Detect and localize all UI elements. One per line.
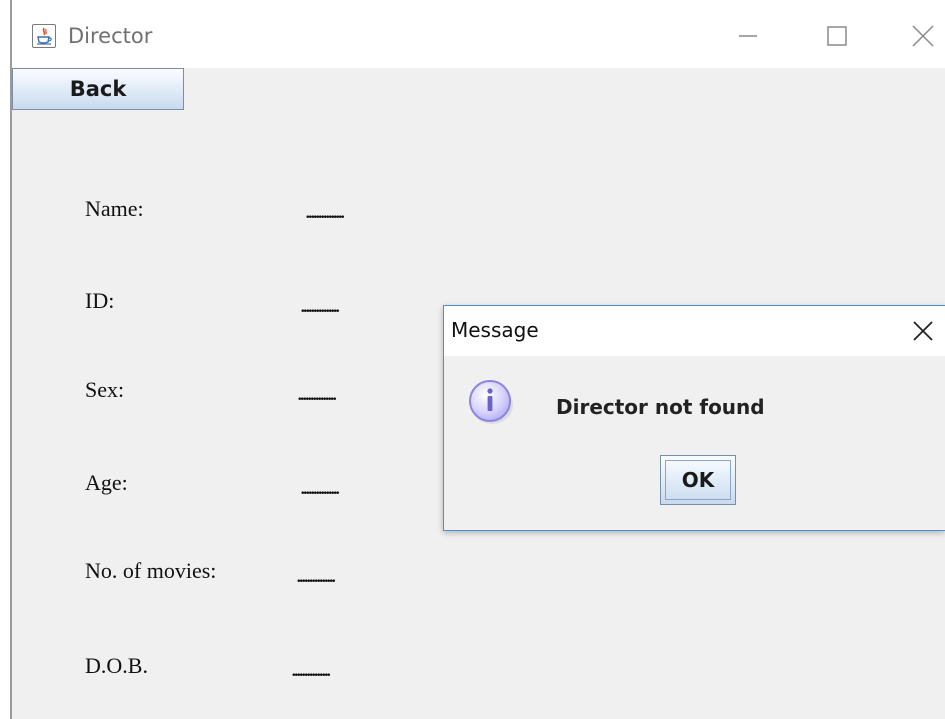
sex-value: ............... bbox=[297, 380, 337, 405]
dob-value: ............... bbox=[291, 656, 331, 681]
ok-button-label: OK bbox=[665, 460, 731, 500]
director-window: Director Back Name: ............... ID: … bbox=[0, 0, 945, 719]
age-label: Age: bbox=[85, 470, 128, 495]
dialog-message: Director not found bbox=[556, 395, 765, 419]
maximize-icon[interactable] bbox=[817, 18, 857, 54]
close-icon[interactable] bbox=[902, 18, 942, 54]
ok-button[interactable]: OK bbox=[660, 455, 736, 505]
dialog-titlebar[interactable]: Message bbox=[444, 306, 945, 356]
message-dialog: Message Director not found OK bbox=[443, 305, 945, 531]
dialog-title: Message bbox=[451, 318, 539, 342]
movies-label: No. of movies: bbox=[85, 558, 217, 583]
sex-label: Sex: bbox=[85, 377, 125, 402]
window-title: Director bbox=[68, 24, 153, 48]
close-icon[interactable] bbox=[910, 318, 936, 344]
window-titlebar[interactable]: Director bbox=[12, 0, 945, 68]
age-value: ............... bbox=[300, 474, 340, 499]
info-icon bbox=[466, 376, 516, 426]
name-value: ............... bbox=[305, 198, 345, 223]
minimize-icon[interactable] bbox=[727, 18, 767, 54]
id-value: ............... bbox=[300, 292, 340, 317]
movies-value: ............... bbox=[296, 562, 336, 587]
id-label: ID: bbox=[85, 288, 115, 313]
java-cup-icon bbox=[32, 24, 56, 48]
name-label: Name: bbox=[85, 196, 144, 221]
back-button[interactable]: Back bbox=[12, 68, 184, 110]
dob-label: D.O.B. bbox=[85, 653, 148, 678]
